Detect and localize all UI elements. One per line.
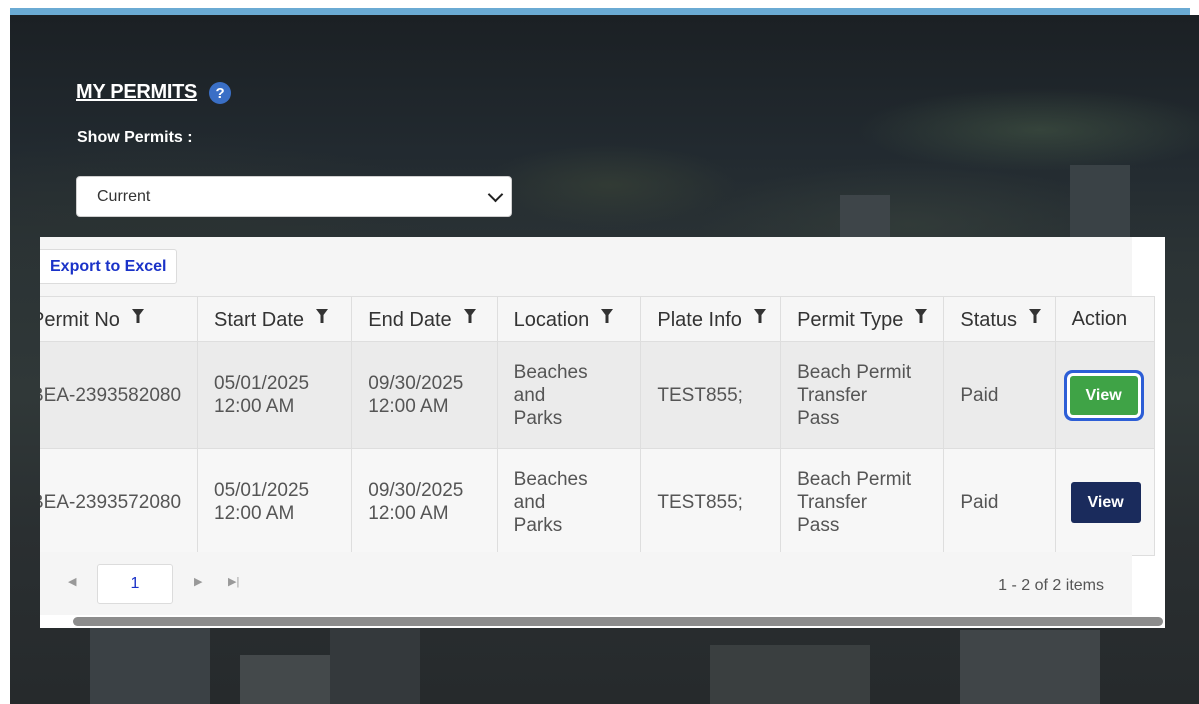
cell-start-date: 05/01/2025 12:00 AM: [196, 341, 353, 449]
filter-icon[interactable]: [463, 306, 476, 329]
cell-location: Beaches and Parks: [496, 448, 642, 556]
cell-end-date: 09/30/2025 12:00 AM: [351, 448, 498, 556]
header-action: Action: [1054, 296, 1156, 342]
permits-grid-panel: Export to Excel Permit No Start Date End…: [40, 237, 1165, 628]
header-plate-info[interactable]: Plate Info: [640, 296, 782, 342]
cell-plate-info: TEST855;: [640, 341, 782, 449]
cell-permit-no: BEA-2393572080: [40, 448, 198, 556]
table-header-row: Permit No Start Date End Date Location P…: [40, 296, 1156, 342]
filter-icon[interactable]: [753, 306, 766, 329]
show-permits-select[interactable]: Current: [76, 176, 512, 217]
cell-status: Paid: [943, 448, 1056, 556]
table-row: BEA-2393582080 05/01/2025 12:00 AM 09/30…: [40, 341, 1156, 449]
header-end-date[interactable]: End Date: [351, 296, 498, 342]
filter-icon[interactable]: [915, 306, 928, 329]
scrollbar-thumb[interactable]: [73, 617, 1163, 626]
last-page-icon[interactable]: ▶|: [228, 575, 239, 588]
items-count: 1 - 2 of 2 items: [998, 577, 1104, 594]
chevron-down-icon: [487, 186, 504, 202]
cell-plate-info: TEST855;: [640, 448, 782, 556]
cell-status: Paid: [943, 341, 1056, 449]
filter-icon[interactable]: [131, 306, 144, 329]
page-number-input[interactable]: 1: [97, 564, 173, 604]
header-location[interactable]: Location: [496, 296, 642, 342]
select-value: Current: [97, 187, 151, 205]
cell-permit-type: Beach Permit Transfer Pass: [780, 448, 945, 556]
next-page-icon[interactable]: ▶: [194, 575, 202, 588]
view-button[interactable]: View: [1070, 481, 1141, 523]
filter-icon[interactable]: [316, 306, 329, 329]
title-row: MY PERMITS ?: [76, 80, 232, 104]
cell-action: View: [1054, 448, 1156, 556]
cell-permit-type: Beach Permit Transfer Pass: [780, 341, 945, 449]
cell-start-date: 05/01/2025 12:00 AM: [196, 448, 353, 556]
view-button[interactable]: View: [1069, 375, 1138, 415]
permits-table: Permit No Start Date End Date Location P…: [40, 296, 1156, 556]
header-status[interactable]: Status: [943, 296, 1056, 342]
filter-icon[interactable]: [1029, 306, 1042, 329]
filter-icon[interactable]: [601, 306, 614, 329]
cell-action: View: [1054, 341, 1156, 449]
cell-location: Beaches and Parks: [496, 341, 642, 449]
page-title[interactable]: MY PERMITS: [76, 81, 197, 104]
table-row: BEA-2393572080 05/01/2025 12:00 AM 09/30…: [40, 448, 1156, 556]
header-permit-no[interactable]: Permit No: [40, 296, 198, 342]
export-to-excel-button[interactable]: Export to Excel: [40, 249, 178, 284]
grid-toolbar: Export to Excel: [40, 237, 1132, 296]
top-accent-bar: [10, 8, 1190, 15]
cell-permit-no: BEA-2393582080: [40, 341, 198, 449]
header-permit-type[interactable]: Permit Type: [780, 296, 945, 342]
prev-page-icon[interactable]: ◀: [68, 575, 76, 588]
show-permits-label: Show Permits :: [77, 129, 193, 146]
help-icon[interactable]: ?: [209, 82, 232, 104]
header-start-date[interactable]: Start Date: [196, 296, 353, 342]
cell-end-date: 09/30/2025 12:00 AM: [351, 341, 498, 449]
pager: ◀ 1 ▶ ▶| 1 - 2 of 2 items: [40, 552, 1132, 614]
